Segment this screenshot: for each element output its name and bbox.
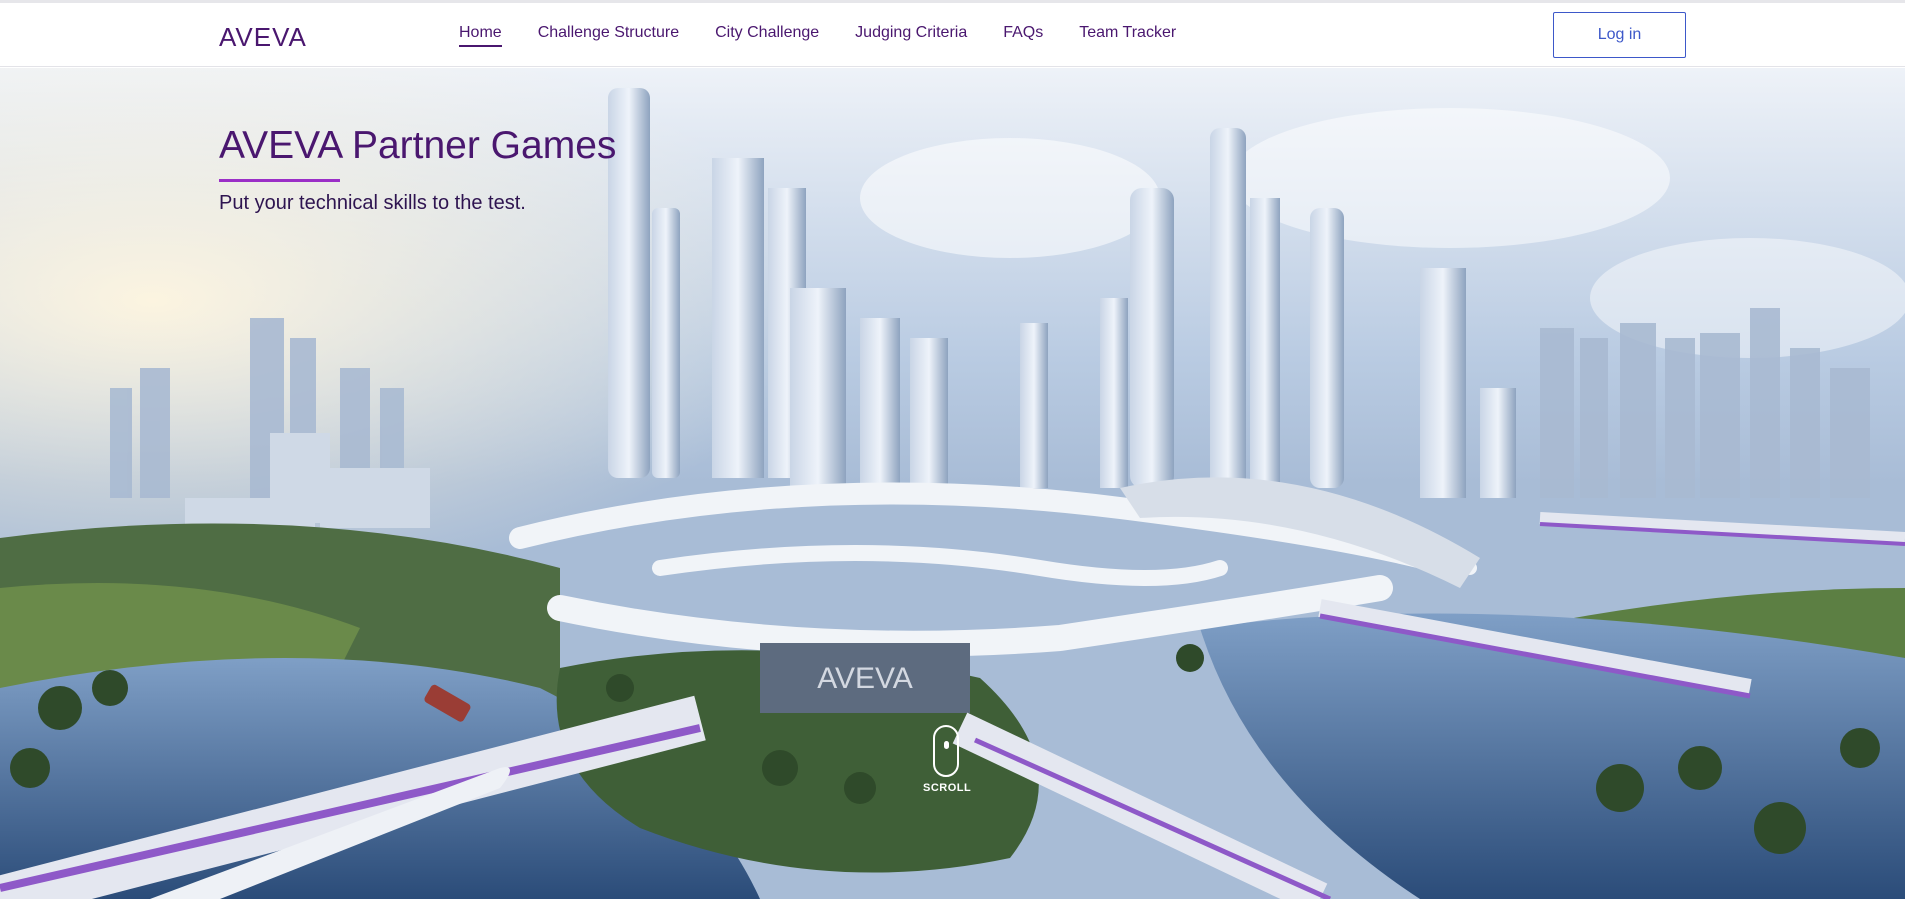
hero-text-block: AVEVA Partner Games Put your technical s… xyxy=(219,124,616,215)
mouse-scroll-icon xyxy=(933,725,959,777)
nav-judging-criteria[interactable]: Judging Criteria xyxy=(855,24,967,47)
scroll-indicator[interactable]: SCROLL xyxy=(923,725,972,794)
nav-challenge-structure[interactable]: Challenge Structure xyxy=(538,24,679,47)
nav-team-tracker[interactable]: Team Tracker xyxy=(1079,24,1176,47)
login-button[interactable]: Log in xyxy=(1553,12,1686,58)
svg-text:AVEVA: AVEVA xyxy=(219,23,307,51)
hero-title: AVEVA Partner Games xyxy=(219,124,617,167)
aveva-logo[interactable]: AVEVA xyxy=(219,23,317,51)
site-header: AVEVA Home Challenge Structure City Chal… xyxy=(0,3,1905,67)
hero-subtitle: Put your technical skills to the test. xyxy=(219,191,526,214)
building-sign: AVEVA xyxy=(817,662,913,695)
hero-section: AVEVA AVEVA Partner Games Put your techn… xyxy=(0,68,1905,899)
nav-home[interactable]: Home xyxy=(459,24,502,47)
nav-city-challenge[interactable]: City Challenge xyxy=(715,24,819,47)
hero-title-underline xyxy=(219,178,340,182)
scroll-wheel-dot xyxy=(944,741,949,749)
nav-faqs[interactable]: FAQs xyxy=(1003,24,1043,47)
scroll-label: SCROLL xyxy=(923,782,972,794)
main-nav: Home Challenge Structure City Challenge … xyxy=(459,3,1212,67)
